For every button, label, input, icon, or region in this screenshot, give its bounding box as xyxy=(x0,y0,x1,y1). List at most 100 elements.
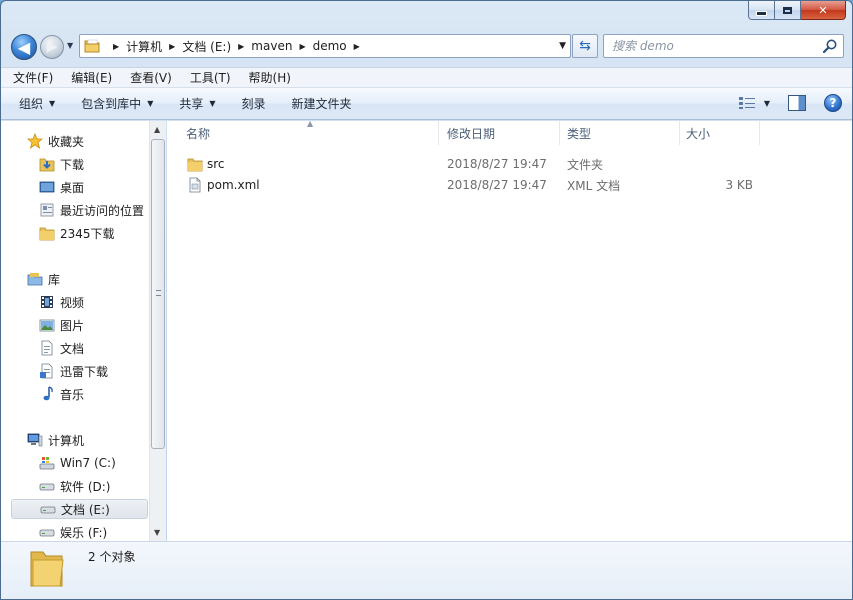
breadcrumb-separator-icon[interactable]: ▶ xyxy=(113,42,119,51)
menu-help[interactable]: 帮助(H) xyxy=(247,69,293,86)
nav-favorites[interactable]: 收藏夹 xyxy=(27,131,84,151)
menu-file[interactable]: 文件(F) xyxy=(11,69,55,86)
breadcrumb-separator-icon[interactable]: ▶ xyxy=(299,42,305,51)
search-icon[interactable] xyxy=(822,38,838,54)
recent-places-icon xyxy=(40,203,54,217)
breadcrumb-drive-e[interactable]: 文档 (E:) xyxy=(182,38,231,55)
column-name-label: 名称 xyxy=(186,126,211,141)
scroll-up-icon[interactable]: ▲ xyxy=(154,125,160,134)
nav-item-label: 文档 xyxy=(60,341,85,356)
column-header-size[interactable]: 大小 xyxy=(680,121,760,145)
nav-item-label: 图片 xyxy=(60,318,85,333)
nav-item-documents[interactable]: 文档 xyxy=(39,338,84,358)
breadcrumb-maven[interactable]: maven xyxy=(251,39,292,53)
column-type-label: 类型 xyxy=(567,126,592,141)
explorer-window: ✕ ◀ ▶ ▼ ▶ 计算机 ▶ 文档 (E:) ▶ maven ▶ demo ▶… xyxy=(0,0,853,600)
breadcrumb-separator-icon[interactable]: ▶ xyxy=(169,42,175,51)
search-box[interactable] xyxy=(603,34,844,58)
nav-item-drive-e[interactable]: 文档 (E:) xyxy=(11,499,148,519)
column-header-name[interactable]: ▲ 名称 xyxy=(167,119,439,145)
new-folder-button[interactable]: 新建文件夹 xyxy=(292,95,352,112)
view-options-dropdown[interactable]: ▼ xyxy=(764,99,770,108)
nav-item-label: 音乐 xyxy=(60,387,85,402)
new-folder-label: 新建文件夹 xyxy=(291,97,352,111)
address-bar[interactable]: ▶ 计算机 ▶ 文档 (E:) ▶ maven ▶ demo ▶ ▼ xyxy=(79,34,571,58)
nav-item-drive-d[interactable]: 软件 (D:) xyxy=(39,476,110,496)
command-bar-right: ▼ ? xyxy=(738,94,842,112)
nav-item-label: 软件 (D:) xyxy=(60,479,111,494)
breadcrumb-separator-icon[interactable]: ▶ xyxy=(354,42,360,51)
nav-item-label: Win7 (C:) xyxy=(60,456,116,470)
breadcrumb-computer[interactable]: 计算机 xyxy=(126,38,162,55)
burn-button[interactable]: 刻录 xyxy=(242,95,266,112)
minimize-button[interactable] xyxy=(748,1,775,20)
file-row-src[interactable]: src 2018/8/27 19:47 文件夹 xyxy=(167,154,852,174)
file-size xyxy=(687,154,753,174)
nav-item-label: 桌面 xyxy=(60,180,85,195)
nav-scrollbar[interactable]: ▲ ▼ xyxy=(149,121,166,541)
nav-item-label: 迅雷下载 xyxy=(60,364,109,379)
share-button[interactable]: 共享 ▼ xyxy=(179,95,215,112)
music-icon xyxy=(43,386,53,401)
nav-item-drive-c[interactable]: Win7 (C:) xyxy=(39,453,116,473)
nav-item-downloads[interactable]: 下载 xyxy=(39,154,84,174)
file-row-pom-xml[interactable]: pom.xml 2018/8/27 19:47 XML 文档 3 KB xyxy=(167,175,852,195)
search-input[interactable] xyxy=(604,35,814,57)
file-list: ▲ 名称 修改日期 类型 大小 src 2018/8/27 19:47 文件夹 xyxy=(167,119,852,541)
help-icon[interactable]: ? xyxy=(824,94,842,112)
nav-item-drive-f[interactable]: 娱乐 (F:) xyxy=(39,522,107,542)
forward-button[interactable]: ▶ xyxy=(40,35,64,59)
column-header-type[interactable]: 类型 xyxy=(560,121,680,145)
scroll-grip-icon xyxy=(156,290,161,296)
navigation-pane: 收藏夹 下载 桌面 最近访问的位置 2345下载 库 视频 图片 文档 迅雷下载… xyxy=(1,121,166,541)
scroll-down-icon[interactable]: ▼ xyxy=(154,528,160,537)
nav-item-recent-places[interactable]: 最近访问的位置 xyxy=(39,200,144,220)
file-size: 3 KB xyxy=(725,178,753,192)
file-name-cell: pom.xml xyxy=(187,175,260,195)
nav-item-2345-downloads[interactable]: 2345下载 xyxy=(39,223,115,243)
column-header-date[interactable]: 修改日期 xyxy=(439,121,560,145)
nav-item-label: 视频 xyxy=(60,295,85,310)
include-in-library-button[interactable]: 包含到库中 ▼ xyxy=(81,95,153,112)
menu-edit[interactable]: 编辑(E) xyxy=(69,69,114,86)
preview-pane-icon[interactable] xyxy=(788,95,806,111)
back-arrow-icon: ◀ xyxy=(17,37,31,57)
pictures-icon xyxy=(39,319,55,332)
refresh-icon: ⇆ xyxy=(579,38,591,54)
details-pane: 2 个对象 xyxy=(1,541,852,599)
navigation-bar: ◀ ▶ ▼ ▶ 计算机 ▶ 文档 (E:) ▶ maven ▶ demo ▶ ▼… xyxy=(1,31,852,63)
refresh-button[interactable]: ⇆ xyxy=(572,34,598,58)
recent-pages-dropdown[interactable]: ▼ xyxy=(67,41,73,50)
close-icon: ✕ xyxy=(818,3,828,17)
maximize-button[interactable] xyxy=(775,1,801,20)
hard-drive-icon xyxy=(40,506,56,514)
hard-drive-icon xyxy=(39,529,55,537)
nav-libraries[interactable]: 库 xyxy=(27,269,60,289)
view-options-icon[interactable] xyxy=(738,96,756,110)
nav-item-videos[interactable]: 视频 xyxy=(39,292,84,312)
breadcrumb-demo[interactable]: demo xyxy=(313,39,347,53)
breadcrumb-separator-icon[interactable]: ▶ xyxy=(238,42,244,51)
downloads-folder-icon xyxy=(39,158,55,172)
close-button[interactable]: ✕ xyxy=(801,1,846,20)
address-history-dropdown[interactable]: ▼ xyxy=(559,41,566,51)
nav-computer-label: 计算机 xyxy=(48,433,85,448)
share-label: 共享 xyxy=(179,97,204,111)
column-size-label: 大小 xyxy=(686,126,711,141)
file-name-cell: src xyxy=(187,154,225,174)
nav-item-thunder-downloads[interactable]: 迅雷下载 xyxy=(39,361,108,381)
menu-view[interactable]: 查看(V) xyxy=(128,69,174,86)
hard-drive-icon xyxy=(39,483,55,491)
nav-item-music[interactable]: 音乐 xyxy=(39,384,84,404)
nav-item-label: 娱乐 (F:) xyxy=(60,525,108,540)
scroll-thumb[interactable] xyxy=(151,139,165,449)
nav-computer[interactable]: 计算机 xyxy=(27,430,84,450)
back-button[interactable]: ◀ xyxy=(11,34,37,60)
nav-item-pictures[interactable]: 图片 xyxy=(39,315,84,335)
menu-tools[interactable]: 工具(T) xyxy=(188,69,233,86)
folder-icon xyxy=(84,39,100,53)
nav-item-desktop[interactable]: 桌面 xyxy=(39,177,84,197)
file-type: XML 文档 xyxy=(567,178,621,193)
sort-ascending-icon: ▲ xyxy=(307,119,314,128)
organize-button[interactable]: 组织 ▼ xyxy=(19,95,55,112)
